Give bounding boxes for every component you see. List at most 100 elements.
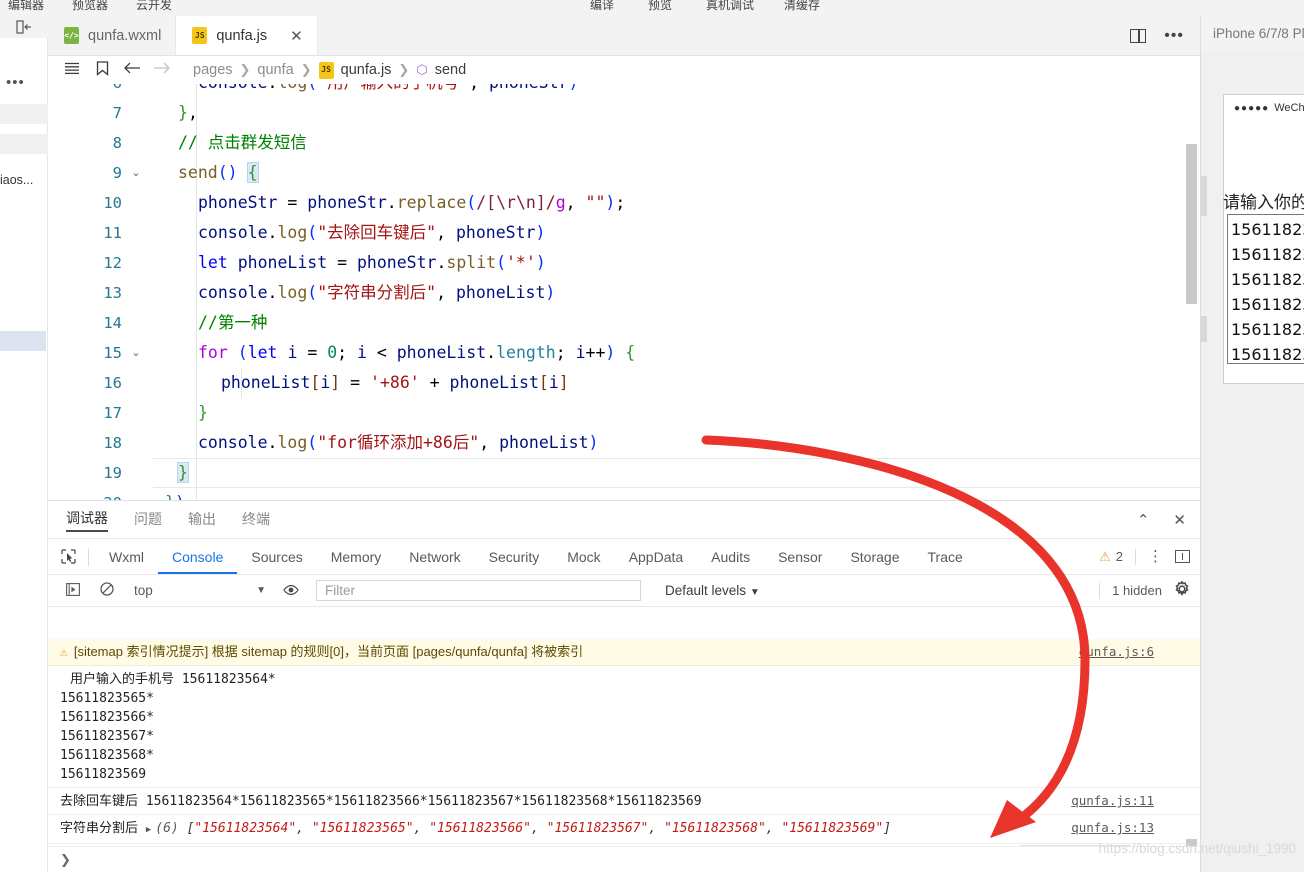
breadcrumb-separator: ❯ bbox=[239, 62, 251, 77]
panel-tab-output[interactable]: 输出 bbox=[188, 509, 216, 531]
simulator-device-label[interactable]: iPhone 6/7/8 Plus bbox=[1201, 16, 1304, 50]
close-panel-icon[interactable]: ✕ bbox=[1173, 511, 1186, 529]
console-row-log[interactable]: 去除回车键后 15611823564*15611823565*156118235… bbox=[48, 788, 1200, 815]
phone-number-textarea[interactable]: 15611823564* 15611823565* 15611823566* 1… bbox=[1227, 214, 1304, 364]
tab-appdata[interactable]: AppData bbox=[615, 539, 697, 574]
menu-item-0[interactable]: 编辑器 bbox=[8, 0, 44, 13]
more-options-icon[interactable]: ⋮ bbox=[1148, 549, 1163, 564]
breadcrumb-separator: ❯ bbox=[300, 62, 312, 77]
disclosure-triangle-icon[interactable]: ▶ bbox=[146, 821, 151, 840]
console-row-array[interactable]: 字符串分割后 ▶ (6) ["15611823564", "15611823565… bbox=[48, 815, 1200, 844]
levels-label: Default levels bbox=[665, 583, 747, 598]
console-row-log-multiline[interactable]: 用户输入的手机号 15611823564* 15611823565* 15611… bbox=[48, 666, 1200, 788]
rail-more-icon[interactable]: ••• bbox=[6, 74, 25, 91]
tab-wxml[interactable]: Wxml bbox=[95, 539, 158, 574]
panel-tab-debugger[interactable]: 调试器 bbox=[66, 508, 108, 532]
menu-item-5[interactable]: 真机调试 bbox=[706, 0, 754, 13]
code-line-16: phoneList[i] = '+86' + phoneList[i] bbox=[221, 373, 569, 392]
code-line-6: console.log("用户输入的手机号", phoneStr) bbox=[198, 84, 578, 98]
menu-bar[interactable]: 编辑器 预览器 云开发 编译 预览 真机调试 清缓存 bbox=[0, 0, 1304, 16]
tab-network[interactable]: Network bbox=[395, 539, 474, 574]
console-filter-input[interactable]: Filter bbox=[316, 580, 641, 601]
live-expression-icon[interactable] bbox=[274, 583, 308, 599]
more-actions-icon[interactable]: ••• bbox=[1164, 27, 1184, 43]
array-item: "15611823564" bbox=[194, 821, 297, 836]
panel-tab-terminal[interactable]: 终端 bbox=[242, 509, 270, 531]
tab-mock[interactable]: Mock bbox=[553, 539, 614, 574]
code-line-12: let phoneList = phoneStr.split('*') bbox=[198, 253, 546, 272]
source-link[interactable]: qunfa.js:11 bbox=[1071, 791, 1154, 810]
tab-trace[interactable]: Trace bbox=[914, 539, 977, 574]
tab-sources[interactable]: Sources bbox=[237, 539, 316, 574]
panel-tab-problems[interactable]: 问题 bbox=[134, 509, 162, 531]
menu-item-2[interactable]: 云开发 bbox=[136, 0, 172, 13]
code-line-17: } bbox=[198, 403, 208, 422]
rail-file-label[interactable]: iaos... bbox=[0, 169, 46, 191]
tab-qunfa-js[interactable]: JS qunfa.js ✕ bbox=[176, 16, 318, 55]
code-text[interactable]: console.log("用户输入的手机号", phoneStr) }, // … bbox=[153, 84, 1200, 500]
line-number: 19 bbox=[103, 464, 122, 482]
tab-label: qunfa.wxml bbox=[88, 27, 162, 44]
rail-selected-row[interactable] bbox=[0, 331, 46, 351]
tab-console[interactable]: Console bbox=[158, 539, 237, 574]
fold-toggle-icon[interactable]: ⌄ bbox=[128, 338, 144, 368]
array-count: (6) bbox=[155, 821, 179, 836]
menu-item-1[interactable]: 预览器 bbox=[72, 0, 108, 13]
line-number: 10 bbox=[103, 194, 122, 212]
toolbar-divider bbox=[1099, 582, 1101, 599]
breadcrumb-bar: pages ❯ qunfa ❯ JS qunfa.js ❯ ⬡ send bbox=[48, 56, 1200, 84]
inspect-element-icon[interactable] bbox=[48, 549, 88, 564]
source-link[interactable]: qunfa.js:13 bbox=[1071, 818, 1154, 837]
split-editor-icon[interactable] bbox=[1130, 28, 1147, 43]
code-line-7: }, bbox=[178, 103, 198, 122]
console-message-value: 15611823568* bbox=[60, 748, 154, 763]
js-file-icon: JS bbox=[192, 27, 208, 44]
array-close-bracket: ] bbox=[883, 821, 892, 836]
console-message-list[interactable]: ⚠ [sitemap 索引情况提示] 根据 sitemap 的规则[0]，当前页面… bbox=[48, 639, 1200, 846]
menu-item-6[interactable]: 清缓存 bbox=[784, 0, 820, 13]
tab-memory[interactable]: Memory bbox=[317, 539, 396, 574]
tab-audits[interactable]: Audits bbox=[697, 539, 764, 574]
bookmark-icon[interactable] bbox=[87, 60, 117, 80]
console-levels-select[interactable]: Default levels ▼ bbox=[665, 583, 760, 598]
sidebar-toggle-icon[interactable] bbox=[0, 16, 48, 38]
breadcrumb-item-pages[interactable]: pages bbox=[193, 62, 233, 78]
wxml-file-icon: </> bbox=[64, 27, 79, 44]
panel-actions: ⌃ ✕ bbox=[1137, 501, 1186, 539]
warning-triangle-icon: ⚠ bbox=[60, 645, 68, 660]
forward-arrow-icon[interactable] bbox=[147, 61, 177, 79]
line-number: 20 bbox=[48, 488, 122, 500]
console-context-select[interactable]: top ▼ bbox=[124, 583, 274, 598]
breadcrumb-item-symbol[interactable]: send bbox=[435, 62, 466, 78]
line-number: 14 bbox=[103, 314, 122, 332]
collapse-panel-icon[interactable]: ⌃ bbox=[1137, 511, 1150, 529]
status-badge-warnings[interactable]: ⚠ 2 bbox=[1099, 549, 1123, 565]
line-number: 9 bbox=[112, 164, 122, 182]
dock-side-icon[interactable] bbox=[1175, 550, 1190, 563]
execute-icon[interactable] bbox=[56, 582, 90, 599]
menu-item-4[interactable]: 预览 bbox=[648, 0, 672, 13]
editor-scrollbar[interactable] bbox=[1186, 144, 1197, 304]
console-row-warning[interactable]: ⚠ [sitemap 索引情况提示] 根据 sitemap 的规则[0]，当前页面… bbox=[48, 639, 1200, 666]
breadcrumb-item-qunfa[interactable]: qunfa bbox=[257, 62, 293, 78]
tab-security[interactable]: Security bbox=[475, 539, 554, 574]
breadcrumb-item-file[interactable]: qunfa.js bbox=[341, 62, 392, 78]
source-link[interactable]: qunfa.js:6 bbox=[1079, 642, 1154, 661]
tab-qunfa-wxml[interactable]: </> qunfa.wxml bbox=[48, 16, 177, 55]
tab-sensor[interactable]: Sensor bbox=[764, 539, 836, 574]
settings-gear-icon[interactable] bbox=[1174, 579, 1190, 600]
tab-storage[interactable]: Storage bbox=[836, 539, 913, 574]
clear-console-icon[interactable] bbox=[90, 582, 124, 599]
outline-icon[interactable] bbox=[57, 62, 87, 79]
editor-gutter: 6 7 8 9 ⌄ 10 11 12 13 14 15 ⌄ 16 17 18 1… bbox=[48, 84, 153, 500]
code-editor[interactable]: 6 7 8 9 ⌄ 10 11 12 13 14 15 ⌄ 16 17 18 1… bbox=[48, 84, 1200, 500]
close-icon[interactable]: ✕ bbox=[290, 27, 303, 45]
console-message-label: 用户输入的手机号 bbox=[70, 671, 175, 686]
menu-item-3[interactable]: 编译 bbox=[590, 0, 614, 13]
fold-toggle-icon[interactable]: ⌄ bbox=[128, 158, 144, 188]
console-input-prompt[interactable]: ❯ bbox=[48, 846, 1200, 872]
array-item: "15611823566" bbox=[429, 821, 531, 836]
hidden-messages-label[interactable]: 1 hidden bbox=[1112, 583, 1162, 598]
back-arrow-icon[interactable] bbox=[117, 61, 147, 79]
textarea-line: 15611823566* bbox=[1231, 270, 1304, 289]
